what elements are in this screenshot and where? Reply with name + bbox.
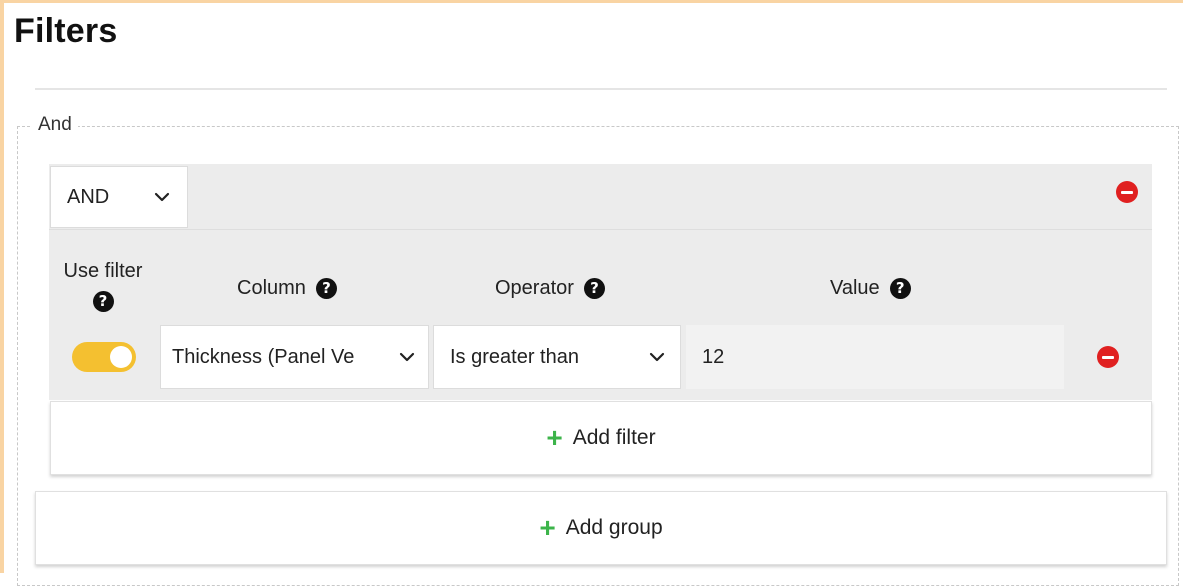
group-header-divider bbox=[49, 229, 1152, 230]
page-title: Filters bbox=[14, 12, 118, 50]
value-header-label: Value bbox=[830, 277, 880, 299]
operator-select-value: Is greater than bbox=[450, 345, 579, 368]
column-select-value: Thickness (Panel Ve bbox=[172, 345, 355, 368]
column-header: Column ? bbox=[237, 277, 337, 300]
add-group-label: Add group bbox=[565, 516, 663, 539]
column-header-label: Column bbox=[237, 277, 306, 299]
value-input[interactable] bbox=[686, 325, 1064, 389]
chevron-down-icon bbox=[649, 352, 665, 362]
title-divider bbox=[35, 88, 1167, 90]
add-filter-label: Add filter bbox=[572, 426, 656, 449]
add-group-button[interactable]: + Add group bbox=[35, 491, 1167, 565]
help-icon[interactable]: ? bbox=[92, 291, 114, 312]
plus-icon: + bbox=[539, 512, 556, 543]
use-filter-header: Use filter ? bbox=[56, 260, 150, 312]
add-filter-button[interactable]: + Add filter bbox=[50, 401, 1152, 475]
use-filter-header-label: Use filter bbox=[63, 260, 143, 282]
help-icon[interactable]: ? bbox=[583, 278, 605, 299]
root-group-legend: And bbox=[32, 114, 78, 136]
operator-select[interactable]: Is greater than bbox=[433, 325, 681, 389]
chevron-down-icon bbox=[399, 352, 415, 362]
operator-header: Operator ? bbox=[495, 277, 605, 300]
operator-header-label: Operator bbox=[495, 277, 574, 299]
help-icon[interactable]: ? bbox=[889, 278, 911, 299]
help-icon[interactable]: ? bbox=[315, 278, 337, 299]
remove-group-button[interactable] bbox=[1116, 181, 1138, 203]
remove-filter-button[interactable] bbox=[1097, 346, 1119, 368]
use-filter-toggle[interactable] bbox=[72, 342, 136, 372]
column-select[interactable]: Thickness (Panel Ve bbox=[160, 325, 429, 389]
group-logic-select-value: AND bbox=[67, 185, 110, 208]
chevron-down-icon bbox=[154, 192, 170, 202]
group-logic-select[interactable]: AND bbox=[50, 166, 188, 228]
toggle-knob bbox=[110, 346, 132, 368]
value-header: Value ? bbox=[830, 277, 911, 300]
plus-icon: + bbox=[546, 422, 563, 453]
